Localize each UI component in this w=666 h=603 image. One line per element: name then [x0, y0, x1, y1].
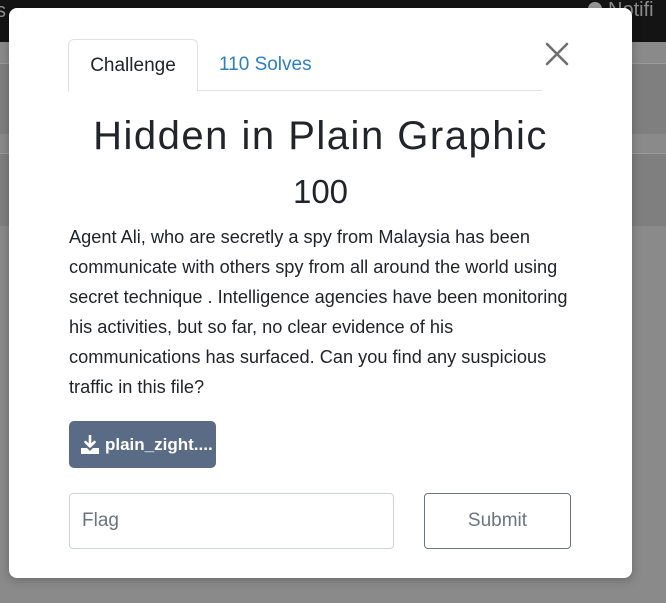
- challenge-modal: Challenge 110 Solves Hidden in Plain Gra…: [9, 8, 632, 578]
- download-icon: [81, 434, 99, 454]
- nav-left-text: s: [0, 0, 6, 22]
- download-file-label: plain_zight....: [105, 434, 213, 454]
- close-icon: [545, 42, 569, 66]
- challenge-description: Agent Ali, who are secretly a spy from M…: [69, 227, 568, 397]
- download-file-button[interactable]: plain_zight....: [69, 421, 216, 468]
- tab-challenge[interactable]: Challenge: [68, 39, 198, 92]
- close-button[interactable]: [543, 40, 571, 68]
- tab-solves[interactable]: 110 Solves: [219, 39, 312, 91]
- submit-button[interactable]: Submit: [424, 493, 571, 549]
- flag-input[interactable]: [69, 493, 394, 549]
- modal-tabs: Challenge 110 Solves: [68, 39, 542, 92]
- challenge-title: Hidden in Plain Graphic: [93, 114, 548, 158]
- challenge-points: 100: [292, 173, 349, 210]
